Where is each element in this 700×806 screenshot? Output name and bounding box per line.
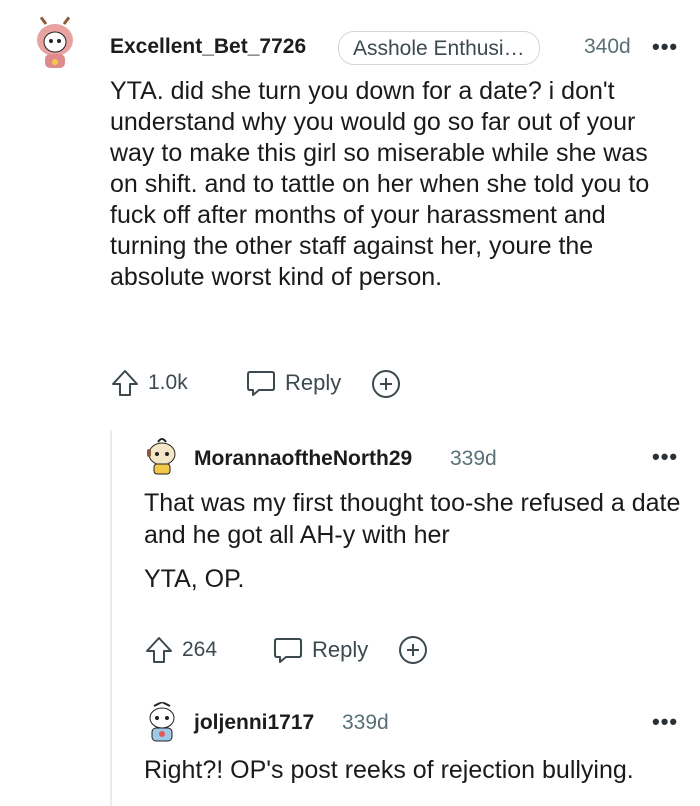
comment-paragraph: YTA. did she turn you down for a date? i… — [110, 77, 650, 291]
plus-circle-icon — [399, 636, 427, 664]
reply-label: Reply — [285, 370, 342, 395]
vote-count: 264 — [182, 638, 218, 661]
plus-circle-icon — [372, 370, 400, 398]
comment-paragraph: Right?! OP's post reeks of rejection bul… — [144, 756, 634, 784]
user-flair: Asshole Enthusi… — [338, 31, 540, 65]
reply-button[interactable]: Reply — [272, 633, 368, 667]
snoo-avatar-icon — [147, 438, 176, 475]
snoo-avatar-icon — [34, 12, 76, 68]
snoo-avatar-icon — [149, 702, 175, 742]
reply-button[interactable]: Reply — [245, 366, 341, 400]
upvote-arrow-icon — [112, 370, 138, 396]
comment-age: 340d — [584, 35, 631, 58]
comment-body: Right?! OP's post reeks of rejection bul… — [144, 754, 692, 786]
comment-body: That was my first thought too-she refuse… — [144, 487, 692, 595]
comment-age: 339d — [342, 711, 389, 734]
comment-body: YTA. did she turn you down for a date? i… — [110, 76, 676, 293]
avatar[interactable] — [144, 436, 180, 476]
more-options-icon[interactable]: ••• — [652, 34, 678, 60]
upvote-button[interactable]: 1.0k — [110, 366, 188, 400]
comment-username[interactable]: MorannaoftheNorth29 — [194, 447, 412, 471]
comment-paragraph: That was my first thought too-she refuse… — [144, 489, 681, 549]
avatar[interactable] — [144, 702, 180, 744]
comment-paragraph: YTA, OP. — [144, 565, 245, 593]
upvote-button[interactable]: 264 — [144, 633, 217, 667]
speech-bubble-icon — [274, 638, 302, 663]
more-options-icon[interactable]: ••• — [652, 444, 678, 470]
award-button[interactable] — [370, 368, 402, 400]
comment-age: 339d — [450, 447, 497, 470]
upvote-arrow-icon — [146, 637, 172, 663]
reply-label: Reply — [312, 637, 369, 662]
speech-bubble-icon — [247, 371, 275, 396]
avatar[interactable] — [30, 12, 80, 74]
vote-count: 1.0k — [148, 371, 188, 394]
more-options-icon[interactable]: ••• — [652, 709, 678, 735]
award-button[interactable] — [397, 634, 429, 666]
comment-username[interactable]: Excellent_Bet_7726 — [110, 35, 306, 59]
comment-username[interactable]: joljenni1717 — [194, 711, 314, 735]
thread-line[interactable] — [110, 430, 112, 806]
